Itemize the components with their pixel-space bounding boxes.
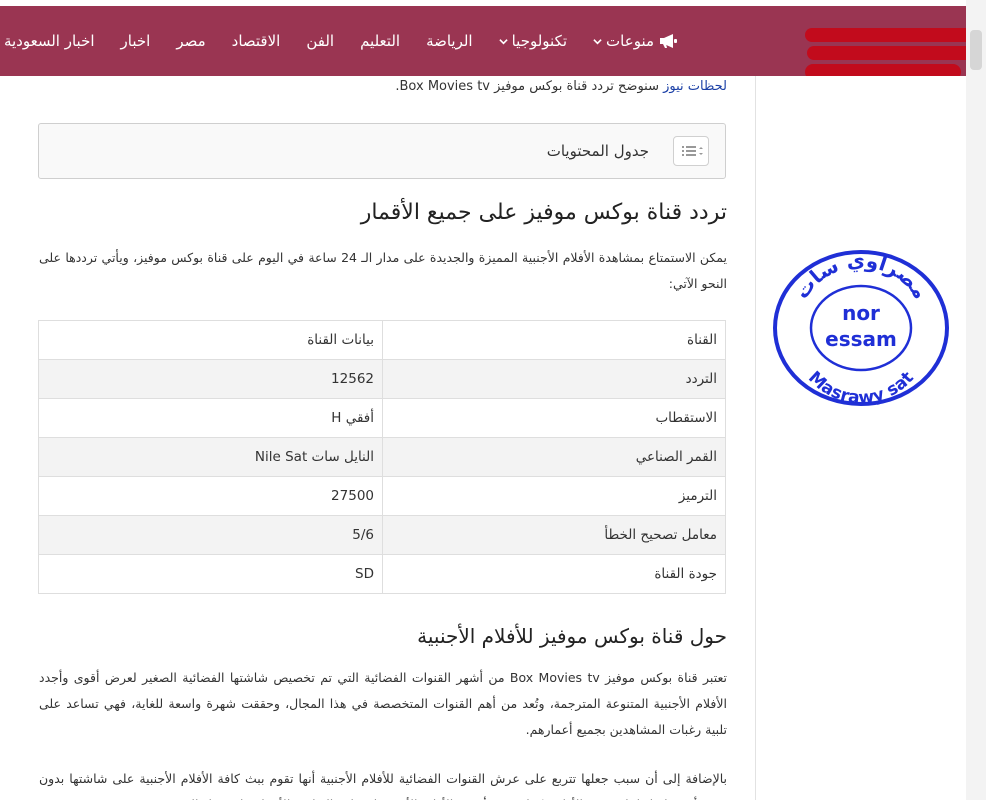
- about-paragraph-2: بالإضافة إلى أن سبب جعلها تتربع على عرش …: [39, 771, 727, 800]
- masrawy-sat-stamp: مصراوي سات nor essam Masrawy sat: [773, 248, 949, 409]
- table-value-cell: 12562: [38, 359, 383, 399]
- table-of-contents: جدول المحتويات: [38, 123, 726, 179]
- page-scrollbar[interactable]: [966, 0, 986, 800]
- nav-menu: اخبار السعودية اخبار مصر الاقتصاد الفن ا…: [4, 6, 678, 76]
- megaphone-icon: [660, 34, 677, 48]
- svg-text:Masrawy sat: Masrawy sat: [804, 368, 918, 409]
- toc-title: جدول المحتويات: [546, 142, 649, 160]
- table-label-cell: الاستقطاب: [382, 398, 726, 438]
- source-link[interactable]: لحظات نيوز: [663, 79, 727, 94]
- stamp-bottom-text: Masrawy sat: [804, 368, 918, 409]
- table-row: الترميز 27500: [38, 476, 726, 516]
- table-value-cell: النايل سات Nile Sat: [38, 437, 383, 477]
- nav-item-label: الاقتصاد: [231, 32, 281, 50]
- frequency-paragraph: يمكن الاستمتاع بمشاهدة الأفلام الأجنبية …: [39, 250, 727, 291]
- nav-item-label: منوعات: [606, 32, 654, 50]
- chevron-down-icon: [498, 38, 508, 44]
- nav-item-label: اخبار السعودية: [3, 32, 95, 50]
- table-row: معامل تصحيح الخطأ 5/6: [38, 515, 726, 555]
- nav-item-misc[interactable]: منوعات: [593, 32, 678, 50]
- nav-item-label: مصر: [176, 32, 206, 50]
- chevron-down-icon: [593, 38, 602, 44]
- redaction-mark: [805, 28, 973, 42]
- scrollbar-thumb[interactable]: [970, 30, 982, 70]
- table-label-cell: معامل تصحيح الخطأ: [382, 515, 726, 555]
- intro-text: سنوضح تردد قناة بوكس موفيز Box Movies tv…: [395, 79, 664, 94]
- nav-item-saudi-news[interactable]: اخبار السعودية: [4, 32, 95, 50]
- table-row: القمر الصناعي النايل سات Nile Sat: [38, 437, 726, 477]
- table-row: جودة القناة SD: [38, 554, 726, 594]
- redaction-mark: [807, 46, 973, 60]
- table-label-cell: جودة القناة: [382, 554, 726, 594]
- nav-item-technology[interactable]: تكنولوجيا: [498, 32, 568, 50]
- stamp-top-text: مصراوي سات: [789, 248, 932, 303]
- table-row: التردد 12562: [38, 359, 726, 399]
- table-label-cell: الترميز: [382, 476, 726, 516]
- intro-line: لحظات نيوز سنوضح تردد قناة بوكس موفيز Bo…: [27, 76, 727, 98]
- table-label-cell: التردد: [382, 359, 726, 399]
- nav-item-label: اخبار: [120, 32, 151, 50]
- about-paragraph-1: تعتبر قناة بوكس موفيز Box Movies tv من أ…: [39, 670, 727, 737]
- frequency-table: القناة بيانات القناة التردد 12562 الاستق…: [38, 320, 726, 594]
- nav-item-label: الرياضة: [426, 32, 473, 50]
- table-header-cell: بيانات القناة: [38, 320, 383, 360]
- nav-item-sports[interactable]: الرياضة: [426, 32, 473, 50]
- main-navbar: اخبار السعودية اخبار مصر الاقتصاد الفن ا…: [0, 6, 973, 80]
- table-header-cell: القناة: [382, 320, 726, 360]
- nav-item-education[interactable]: التعليم: [360, 32, 400, 50]
- sidebar: [755, 76, 967, 800]
- article-content: لحظات نيوز سنوضح تردد قناة بوكس موفيز Bo…: [0, 76, 755, 800]
- redacted-site-logo[interactable]: [805, 18, 980, 82]
- table-label-cell: القمر الصناعي: [382, 437, 726, 477]
- section-heading-about: حول قناة بوكس موفيز للأفلام الأجنبية: [417, 624, 727, 648]
- stamp-line-1: nor: [842, 301, 880, 325]
- table-value-cell: أفقي H: [38, 398, 383, 438]
- nav-item-label: التعليم: [360, 32, 401, 50]
- nav-item-label: تكنولوجيا: [511, 32, 568, 50]
- nav-item-egypt[interactable]: مصر: [176, 32, 205, 50]
- table-row: الاستقطاب أفقي H: [38, 398, 726, 438]
- table-value-cell: SD: [38, 554, 383, 594]
- svg-text:مصراوي سات: مصراوي سات: [789, 248, 932, 303]
- table-value-cell: 5/6: [38, 515, 383, 555]
- list-toggle-icon: [682, 146, 703, 156]
- toc-toggle-button[interactable]: [673, 136, 709, 166]
- nav-item-art[interactable]: الفن: [306, 32, 334, 50]
- nav-item-economy[interactable]: الاقتصاد: [232, 32, 281, 50]
- section-heading-frequency: تردد قناة بوكس موفيز على جميع الأقمار: [360, 200, 727, 225]
- stamp-line-2: essam: [825, 327, 897, 351]
- nav-item-news[interactable]: اخبار: [121, 32, 151, 50]
- nav-item-label: الفن: [306, 32, 335, 50]
- table-value-cell: 27500: [38, 476, 383, 516]
- table-header-row: القناة بيانات القناة: [38, 320, 726, 360]
